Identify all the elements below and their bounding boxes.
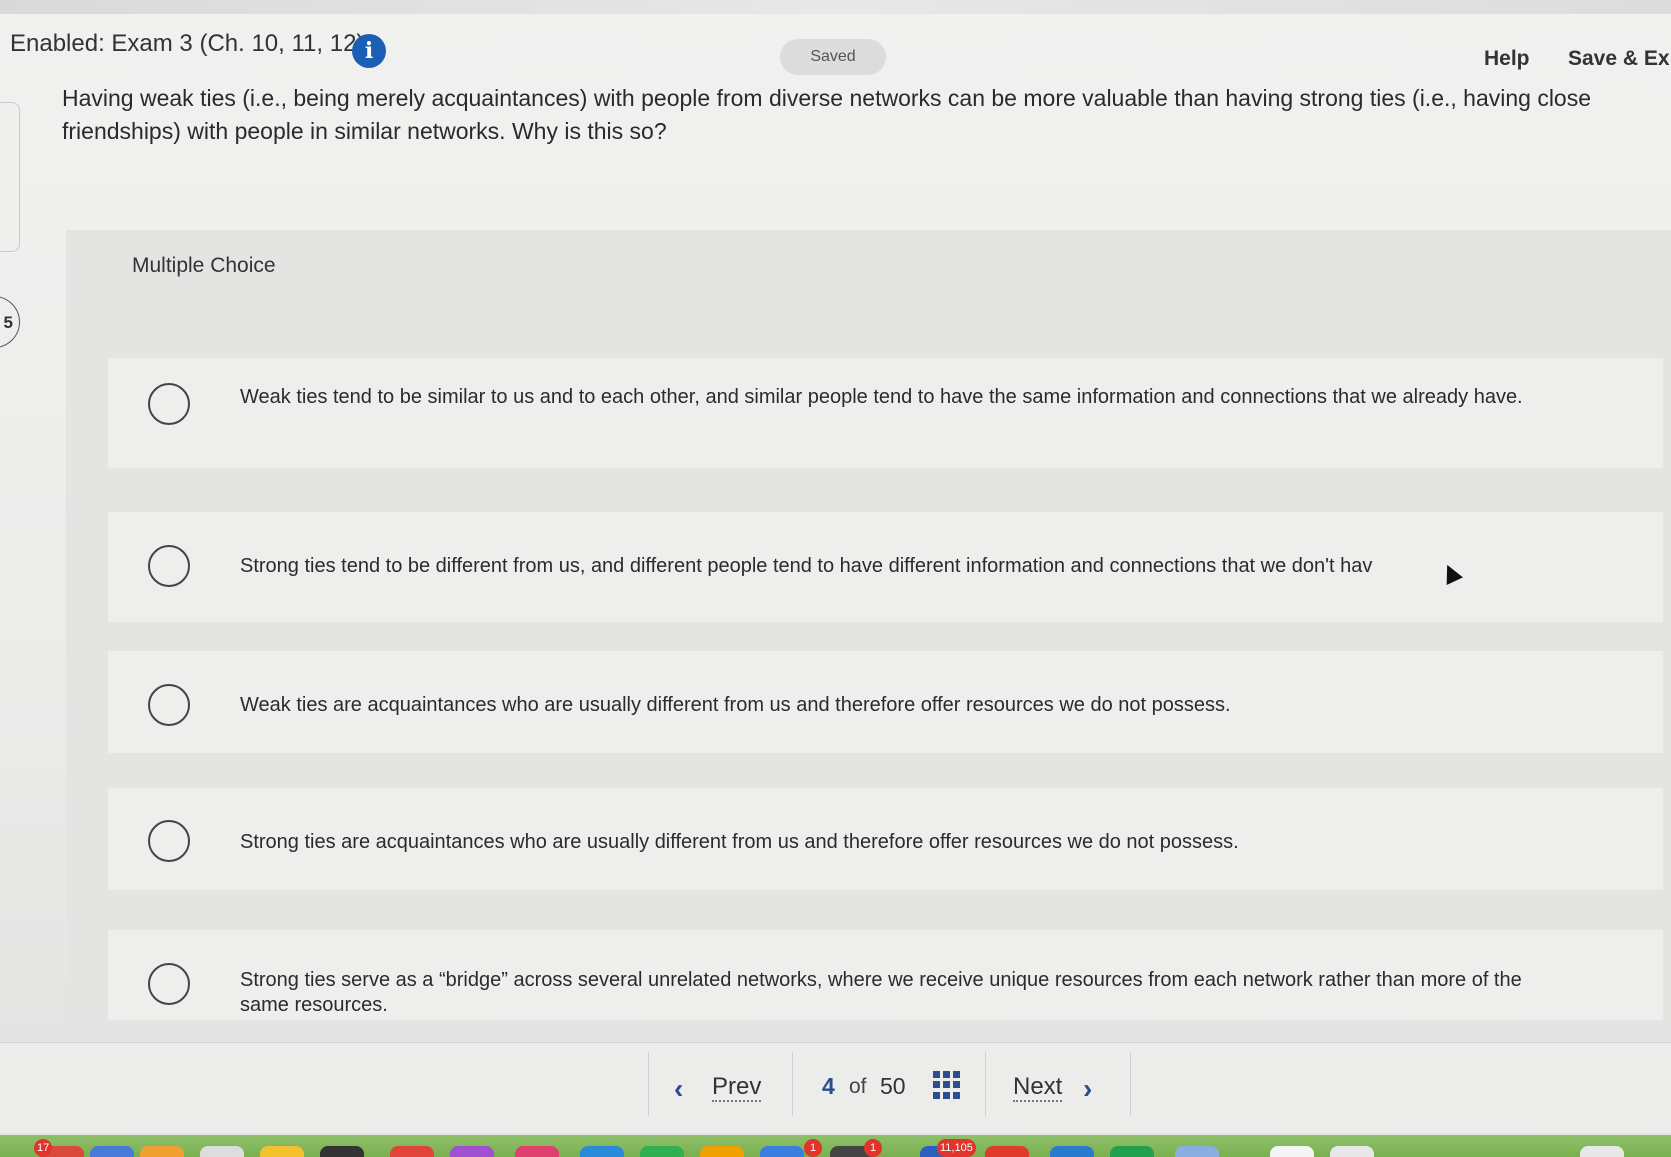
help-button[interactable]: Help [1484, 47, 1530, 71]
choice-option[interactable]: Strong ties tend to be different from us… [108, 512, 1663, 622]
choice-option[interactable]: Weak ties tend to be similar to us and t… [108, 358, 1663, 468]
dock-app-icon[interactable] [200, 1146, 244, 1157]
radio-button[interactable] [148, 820, 190, 862]
dock-app-icon[interactable] [1270, 1146, 1314, 1157]
question-type-label: Multiple Choice [132, 254, 276, 277]
question-text: Having weak ties (i.e., being merely acq… [62, 85, 1592, 144]
dock-badge: 1 [864, 1139, 882, 1157]
choice-text: Weak ties tend to be similar to us and t… [240, 386, 1523, 408]
choice-text: Strong ties serve as a “bridge” across s… [240, 969, 1522, 1016]
radio-button[interactable] [148, 545, 190, 587]
dock-app-icon[interactable] [1330, 1146, 1374, 1157]
radio-button[interactable] [148, 383, 190, 425]
prev-button[interactable]: Prev [712, 1074, 762, 1102]
choice-text: Weak ties are acquaintances who are usua… [240, 694, 1231, 716]
navigation-bar [0, 1042, 1671, 1133]
choice-text: Strong ties tend to be different from us… [240, 555, 1373, 577]
dock-app-icon[interactable] [760, 1146, 804, 1157]
nav-divider [1130, 1052, 1131, 1116]
choice-option[interactable]: Weak ties are acquaintances who are usua… [108, 651, 1663, 753]
nav-divider [985, 1052, 986, 1116]
dock-app-icon[interactable] [580, 1146, 624, 1157]
dock-badge: 11,105 [937, 1139, 976, 1157]
side-panel-tab[interactable] [0, 102, 20, 252]
dock-app-icon[interactable] [450, 1146, 494, 1157]
page-of-label: of [849, 1075, 867, 1098]
screen: Enabled: Exam 3 (Ch. 10, 11, 12) i Saved… [0, 0, 1671, 1157]
question-number-badge: 5 [0, 296, 20, 348]
dock-app-icon[interactable] [140, 1146, 184, 1157]
dock-app-icon[interactable] [260, 1146, 304, 1157]
dock-app-icon[interactable] [640, 1146, 684, 1157]
radio-button[interactable] [148, 684, 190, 726]
save-exit-button[interactable]: Save & Exi [1568, 47, 1671, 71]
browser-top-strip [0, 0, 1671, 14]
info-icon[interactable]: i [352, 34, 386, 68]
choice-option[interactable]: Strong ties serve as a “bridge” across s… [108, 930, 1663, 1020]
next-button[interactable]: Next [1013, 1074, 1063, 1102]
dock-app-icon[interactable] [390, 1146, 434, 1157]
chevron-left-icon[interactable]: ‹ [674, 1073, 683, 1105]
choice-text: Strong ties are acquaintances who are us… [240, 831, 1239, 853]
dock-app-icon[interactable] [985, 1146, 1029, 1157]
dock-app-icon[interactable] [1580, 1146, 1624, 1157]
dock-app-icon[interactable] [90, 1146, 134, 1157]
radio-button[interactable] [148, 963, 190, 1005]
choice-option[interactable]: Strong ties are acquaintances who are us… [108, 788, 1663, 890]
question-grid-icon[interactable] [933, 1071, 961, 1099]
nav-divider [648, 1052, 649, 1116]
dock-app-icon[interactable] [1175, 1146, 1219, 1157]
chevron-right-icon[interactable]: › [1083, 1073, 1092, 1105]
dock-app-icon[interactable] [320, 1146, 364, 1157]
dock-app-icon[interactable] [700, 1146, 744, 1157]
dock-badge: 1 [804, 1139, 822, 1157]
saved-status-badge: Saved [780, 39, 886, 75]
dock-app-icon[interactable] [1050, 1146, 1094, 1157]
multiple-choice-panel [66, 230, 1671, 1020]
current-page-number: 4 [822, 1073, 835, 1099]
total-pages-number: 50 [880, 1073, 906, 1099]
dock-app-icon[interactable] [1110, 1146, 1154, 1157]
exam-title: Enabled: Exam 3 (Ch. 10, 11, 12) [10, 30, 365, 57]
nav-divider [792, 1052, 793, 1116]
dock-app-icon[interactable] [515, 1146, 559, 1157]
